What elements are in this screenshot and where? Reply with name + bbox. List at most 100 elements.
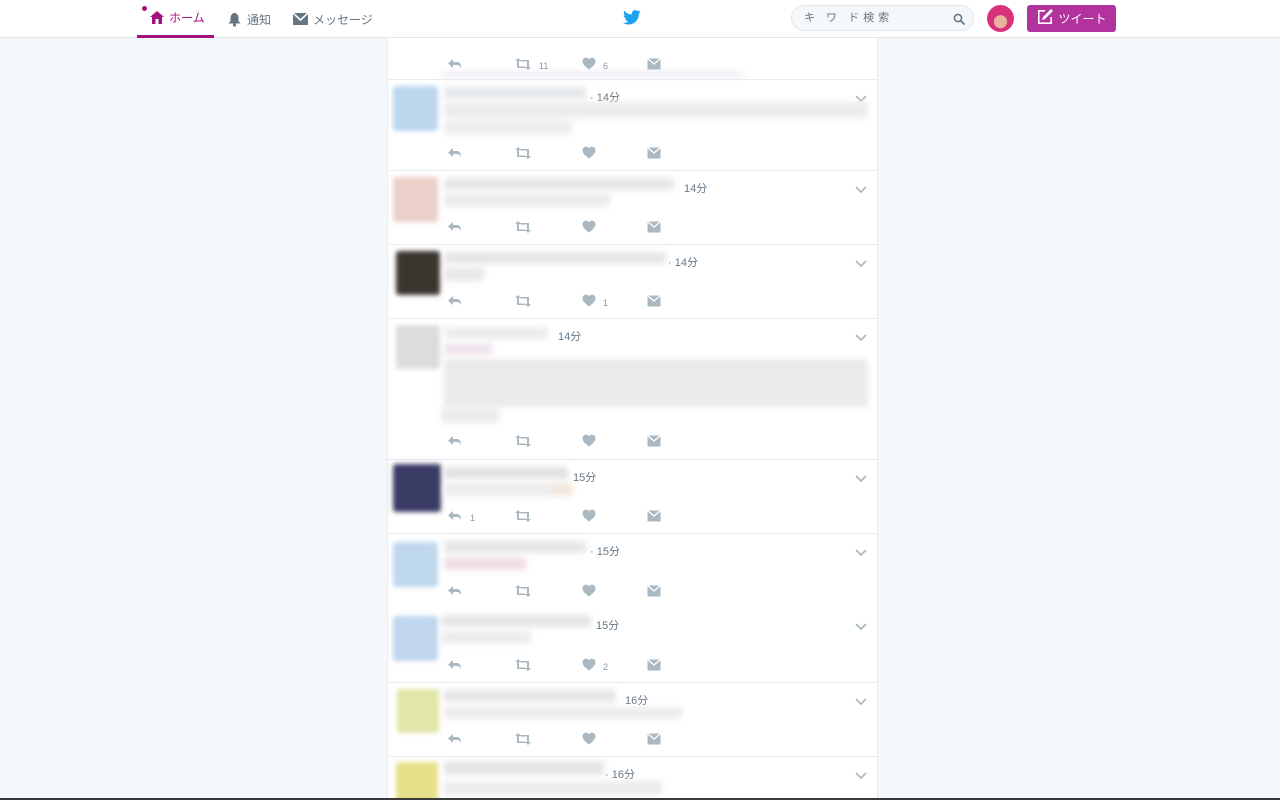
direct-message-action[interactable] — [647, 434, 661, 452]
direct-message-action[interactable] — [647, 220, 661, 238]
reply-action[interactable] — [447, 434, 470, 452]
direct-message-action[interactable] — [647, 146, 661, 164]
tweet-timestamp[interactable]: 15分 — [573, 469, 596, 485]
timeline-tweet[interactable]: · 14分 — [388, 80, 877, 171]
retweet-action[interactable] — [514, 294, 539, 312]
search-icon[interactable] — [953, 12, 965, 30]
reply-action[interactable]: 1 — [447, 509, 475, 527]
like-action[interactable] — [582, 509, 603, 527]
nav-messages-tab[interactable]: メッセージ — [292, 0, 373, 38]
timeline-tweet[interactable]: 14分 — [388, 171, 877, 245]
heart-icon — [582, 732, 596, 750]
like-action[interactable]: 1 — [582, 294, 608, 312]
author-name[interactable] — [444, 327, 548, 339]
like-action[interactable] — [582, 146, 603, 164]
direct-message-action[interactable] — [647, 509, 661, 527]
retweet-action[interactable] — [514, 732, 539, 750]
search-input[interactable] — [802, 11, 956, 25]
reply-action[interactable] — [447, 57, 470, 75]
reply-action[interactable] — [447, 294, 470, 312]
chevron-down-icon[interactable] — [855, 544, 867, 562]
search-box[interactable] — [791, 5, 974, 31]
timeline-tweet[interactable]: · 14分 1 — [388, 245, 877, 319]
reply-action[interactable] — [447, 220, 470, 238]
timeline-tweet[interactable]: 15分 1 — [388, 460, 877, 534]
author-avatar[interactable] — [393, 542, 438, 587]
retweet-action[interactable] — [514, 658, 539, 676]
retweet-icon — [514, 57, 532, 75]
author-name[interactable] — [444, 87, 586, 99]
tweet-text — [444, 359, 868, 407]
chevron-down-icon[interactable] — [855, 329, 867, 347]
author-avatar[interactable] — [396, 251, 440, 295]
heart-icon — [582, 509, 596, 527]
like-action[interactable] — [582, 732, 603, 750]
author-avatar[interactable] — [393, 177, 438, 222]
author-avatar[interactable] — [397, 689, 439, 733]
tweet-text — [444, 707, 682, 719]
timeline-tweet[interactable]: · 15分 — [388, 534, 877, 608]
author-avatar[interactable] — [393, 86, 438, 131]
retweet-action[interactable] — [514, 434, 539, 452]
reply-action[interactable] — [447, 584, 470, 602]
retweet-action[interactable] — [514, 146, 539, 164]
author-name[interactable] — [444, 178, 674, 190]
retweet-action[interactable] — [514, 584, 539, 602]
direct-message-icon — [647, 57, 661, 75]
tweet-actions — [447, 434, 667, 448]
tweet-timestamp[interactable]: 14分 — [684, 180, 707, 196]
timeline-tweet[interactable]: · 16分 — [388, 757, 877, 800]
chevron-down-icon[interactable] — [855, 470, 867, 488]
direct-message-action[interactable] — [647, 584, 661, 602]
heart-icon — [582, 434, 596, 452]
like-action[interactable]: 2 — [582, 658, 608, 676]
tweet-timestamp[interactable]: · 16分 — [605, 766, 635, 782]
nav-home-tab[interactable]: ホーム — [137, 0, 214, 38]
tweet-timestamp[interactable]: 16分 — [625, 692, 648, 708]
nav-notifications-label: 通知 — [247, 12, 272, 27]
retweet-action[interactable] — [514, 220, 539, 238]
chevron-down-icon[interactable] — [855, 767, 867, 785]
retweet-action[interactable] — [514, 509, 539, 527]
author-avatar[interactable] — [396, 325, 440, 369]
author-avatar[interactable] — [396, 762, 438, 800]
timeline-tweet[interactable]: 15分 2 — [388, 608, 877, 683]
chevron-down-icon[interactable] — [855, 255, 867, 273]
author-name[interactable] — [444, 467, 568, 479]
timeline-tweet[interactable]: 14分 — [388, 319, 877, 460]
nav-notifications-tab[interactable]: 通知 — [227, 0, 271, 38]
chevron-down-icon[interactable] — [855, 181, 867, 199]
chevron-down-icon[interactable] — [855, 618, 867, 636]
user-avatar[interactable] — [987, 5, 1014, 32]
compose-tweet-button[interactable]: ツイート — [1027, 5, 1116, 32]
like-action[interactable] — [582, 584, 603, 602]
reply-action[interactable] — [447, 146, 470, 164]
tweet-timestamp[interactable]: 15分 — [596, 617, 619, 633]
author-name[interactable] — [444, 761, 604, 775]
timeline-tweet[interactable]: 11 6 — [388, 38, 877, 80]
retweet-icon — [514, 146, 532, 164]
direct-message-action[interactable] — [647, 57, 661, 75]
tweet-timestamp[interactable]: · 14分 — [668, 254, 698, 270]
twitter-bird-icon[interactable] — [623, 10, 641, 30]
like-action[interactable] — [582, 220, 603, 238]
retweet-action[interactable]: 11 — [514, 57, 548, 75]
home-icon — [149, 10, 165, 25]
timeline-tweet[interactable]: 16分 — [388, 683, 877, 757]
reply-action[interactable] — [447, 732, 470, 750]
author-name[interactable] — [444, 690, 616, 702]
author-avatar[interactable] — [393, 464, 441, 512]
author-name[interactable] — [444, 252, 666, 264]
direct-message-action[interactable] — [647, 658, 661, 676]
direct-message-action[interactable] — [647, 294, 661, 312]
like-action[interactable] — [582, 434, 603, 452]
tweet-timestamp[interactable]: · 15分 — [590, 543, 620, 559]
chevron-down-icon[interactable] — [855, 693, 867, 711]
like-action[interactable]: 6 — [582, 57, 608, 75]
direct-message-action[interactable] — [647, 732, 661, 750]
author-name[interactable] — [444, 541, 586, 553]
author-avatar[interactable] — [393, 616, 438, 661]
author-name[interactable] — [441, 615, 591, 627]
tweet-timestamp[interactable]: 14分 — [558, 328, 581, 344]
reply-action[interactable] — [447, 658, 470, 676]
